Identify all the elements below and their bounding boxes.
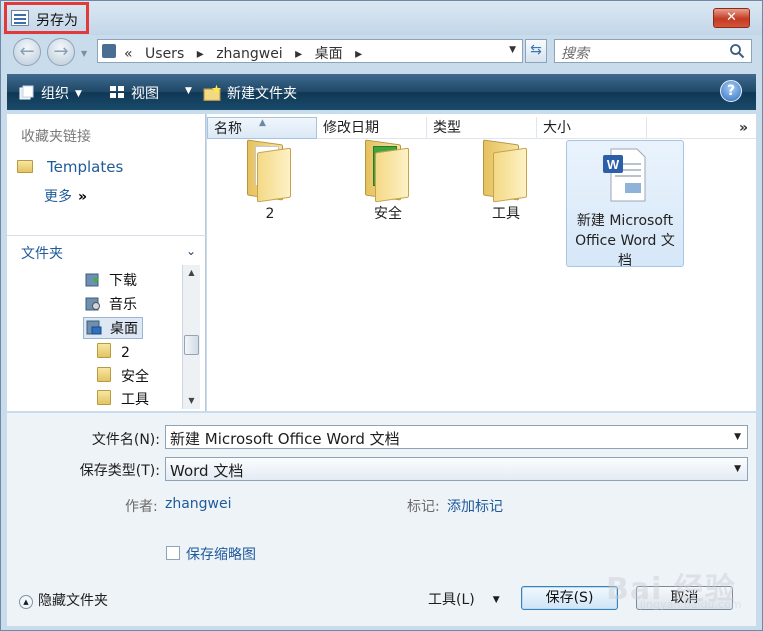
search-placeholder: 搜索 bbox=[561, 46, 589, 62]
navigation-bar: ← → ▼ « Users ▸ zhangwei ▸ 桌面 ▸ ▼ ⇆ 搜索 bbox=[1, 35, 762, 69]
chevron-down-icon: ▼ bbox=[492, 595, 500, 605]
double-chevron-icon: » bbox=[78, 189, 88, 205]
favorite-link-templates[interactable]: Templates bbox=[17, 158, 123, 176]
chevron-right-icon[interactable]: ▸ bbox=[355, 46, 362, 62]
organize-menu[interactable]: 组织 ▼ bbox=[19, 83, 82, 103]
chevron-right-icon[interactable]: ▸ bbox=[295, 46, 302, 62]
address-dropdown-icon[interactable]: ▼ bbox=[509, 45, 516, 55]
arrow-left-icon: ← bbox=[19, 41, 35, 62]
search-input[interactable]: 搜索 bbox=[554, 39, 752, 63]
sort-ascending-icon: ▲ bbox=[259, 118, 266, 128]
help-button[interactable]: ? bbox=[720, 80, 742, 102]
chevron-down-icon[interactable]: ⌄ bbox=[186, 244, 196, 258]
arrow-right-icon: → bbox=[53, 41, 69, 62]
scroll-thumb[interactable] bbox=[184, 335, 199, 355]
forward-button[interactable]: → bbox=[47, 38, 75, 66]
views-menu[interactable]: 视图 bbox=[109, 83, 159, 103]
command-toolbar: 组织 ▼ 视图 ▼ 新建文件夹 ? bbox=[7, 74, 756, 110]
folder-icon bbox=[17, 160, 33, 173]
folder-tree-scrollbar[interactable]: ▲ ▼ bbox=[182, 265, 200, 409]
filename-label: 文件名(N): bbox=[91, 432, 160, 448]
new-folder-button[interactable]: 新建文件夹 bbox=[203, 83, 297, 103]
breadcrumb-desktop[interactable]: 桌面 bbox=[315, 46, 343, 62]
filetype-select[interactable]: Word 文档 ▼ bbox=[165, 457, 748, 481]
folder-icon bbox=[247, 139, 293, 203]
tree-item-security[interactable]: 安全 bbox=[97, 366, 149, 386]
desktop-folder-icon bbox=[86, 320, 102, 335]
search-icon[interactable] bbox=[729, 43, 745, 59]
tree-item-downloads[interactable]: 下载 bbox=[85, 270, 137, 290]
tags-label: 标记: bbox=[407, 499, 440, 515]
breadcrumb-users[interactable]: Users bbox=[145, 46, 184, 62]
save-thumbnail-label[interactable]: 保存缩略图 bbox=[186, 544, 256, 564]
column-header-date[interactable]: 修改日期 bbox=[317, 117, 427, 139]
navigation-pane: 收藏夹链接 Templates 更多» 文件夹 ⌄ 下载 音乐 桌面 2 安全 … bbox=[7, 114, 206, 411]
file-list-pane: ▲ 名称 修改日期 类型 大小 » 2 安全 工具 W 新建 Microsoft… bbox=[207, 114, 756, 411]
refresh-button[interactable]: ⇆ bbox=[525, 39, 547, 63]
save-as-dialog: 另存为 ✕ ← → ▼ « Users ▸ zhangwei ▸ 桌面 ▸ ▼ … bbox=[0, 0, 763, 631]
organize-icon bbox=[19, 85, 34, 100]
recent-pages-dropdown[interactable]: ▼ bbox=[81, 49, 87, 58]
column-header-name[interactable]: ▲ 名称 bbox=[207, 117, 317, 139]
collapse-up-icon: ▲ bbox=[19, 595, 33, 609]
computer-icon bbox=[102, 44, 116, 58]
author-label: 作者: bbox=[125, 499, 158, 515]
favorites-header: 收藏夹链接 bbox=[21, 129, 91, 145]
tree-item-folder-2[interactable]: 2 bbox=[97, 343, 130, 361]
scroll-down-icon[interactable]: ▼ bbox=[183, 393, 200, 409]
author-value[interactable]: zhangwei bbox=[165, 496, 232, 512]
folder-icon bbox=[483, 139, 529, 203]
save-options-panel: 文件名(N): 新建 Microsoft Office Word 文档 ▼ 保存类… bbox=[7, 413, 756, 626]
save-button[interactable]: 保存(S) bbox=[521, 586, 618, 610]
file-item-folder-security[interactable]: 安全 bbox=[329, 139, 447, 224]
music-folder-icon bbox=[85, 297, 100, 311]
folders-header[interactable]: 文件夹 ⌄ bbox=[7, 235, 206, 263]
save-thumbnail-checkbox[interactable] bbox=[166, 546, 180, 560]
column-header-type[interactable]: 类型 bbox=[427, 117, 537, 139]
hide-folders-toggle[interactable]: ▲ 隐藏文件夹 bbox=[19, 590, 108, 610]
tree-item-music[interactable]: 音乐 bbox=[85, 294, 137, 314]
new-folder-icon bbox=[203, 84, 221, 101]
address-overflow[interactable]: « bbox=[124, 46, 133, 62]
title-highlight-box bbox=[4, 2, 89, 34]
chevron-right-icon[interactable]: ▸ bbox=[197, 46, 204, 62]
column-header-row: ▲ 名称 修改日期 类型 大小 » bbox=[207, 117, 756, 139]
views-icon bbox=[110, 86, 124, 98]
filename-field[interactable]: 新建 Microsoft Office Word 文档 ▼ bbox=[165, 425, 748, 449]
views-dropdown[interactable]: ▼ bbox=[179, 83, 192, 99]
tree-item-tools[interactable]: 工具 bbox=[97, 389, 149, 409]
more-columns-icon[interactable]: » bbox=[739, 120, 748, 136]
column-header-size[interactable]: 大小 bbox=[537, 117, 647, 139]
chevron-down-icon[interactable]: ▼ bbox=[734, 464, 741, 474]
download-folder-icon bbox=[85, 273, 99, 287]
filetype-label: 保存类型(T): bbox=[79, 463, 160, 479]
back-button[interactable]: ← bbox=[13, 38, 41, 66]
chevron-down-icon[interactable]: ▼ bbox=[734, 432, 741, 442]
file-item-folder-2[interactable]: 2 bbox=[211, 139, 329, 224]
refresh-icon: ⇆ bbox=[530, 42, 542, 58]
cancel-button[interactable]: 取消 bbox=[636, 586, 733, 610]
more-links[interactable]: 更多» bbox=[44, 186, 87, 206]
file-item-folder-tools[interactable]: 工具 bbox=[447, 139, 565, 224]
tools-menu-button[interactable]: 工具(L) ▼ bbox=[428, 589, 500, 609]
scroll-up-icon[interactable]: ▲ bbox=[183, 265, 200, 281]
folder-icon bbox=[365, 139, 411, 203]
folder-icon bbox=[97, 367, 111, 382]
folder-icon bbox=[97, 390, 111, 405]
folder-icon bbox=[97, 343, 111, 358]
address-bar[interactable]: « Users ▸ zhangwei ▸ 桌面 ▸ ▼ bbox=[97, 39, 523, 63]
breadcrumb-zhangwei[interactable]: zhangwei bbox=[216, 46, 283, 62]
add-tags-link[interactable]: 添加标记 bbox=[447, 496, 503, 516]
close-button[interactable]: ✕ bbox=[713, 8, 750, 28]
file-item-word-document[interactable]: W 新建 Microsoft Office Word 文档 bbox=[566, 140, 684, 269]
title-bar: 另存为 ✕ bbox=[1, 1, 762, 35]
tree-item-desktop[interactable]: 桌面 bbox=[83, 317, 143, 339]
word-document-icon: W bbox=[603, 148, 646, 202]
svg-text:W: W bbox=[607, 157, 620, 172]
